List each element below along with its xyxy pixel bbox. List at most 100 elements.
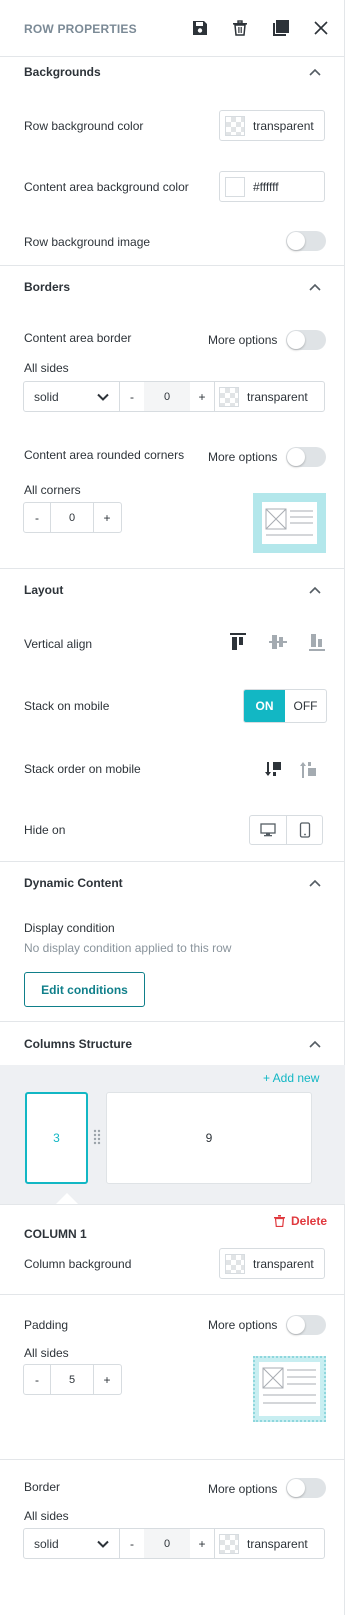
duplicate-icon[interactable] — [269, 16, 293, 40]
padding-more-toggle[interactable] — [286, 1315, 326, 1335]
border-color-picker[interactable]: transparent — [215, 382, 308, 411]
close-icon[interactable] — [309, 16, 333, 40]
column-border-width-value[interactable]: 0 — [144, 1529, 190, 1558]
padding-preview — [253, 1356, 326, 1422]
border-color-value: transparent — [247, 389, 308, 404]
divider — [0, 568, 345, 569]
column-1-box[interactable]: 3 — [25, 1092, 88, 1184]
chevron-up-icon[interactable] — [305, 873, 325, 893]
increment-button[interactable]: + — [94, 1365, 120, 1394]
border-style-select[interactable]: solid — [24, 382, 120, 411]
border-width-value[interactable]: 0 — [144, 382, 190, 411]
divider — [0, 861, 345, 862]
column-border-color-picker[interactable]: transparent — [215, 1529, 308, 1558]
column-resize-handle-icon[interactable] — [92, 1128, 102, 1146]
column-bg-color-value: transparent — [253, 1256, 314, 1271]
section-title-columns-structure: Columns Structure — [24, 1037, 133, 1051]
divider — [0, 265, 345, 266]
content-bg-color-value: #ffffff — [253, 179, 279, 194]
add-column-link[interactable]: + Add new — [263, 1071, 319, 1085]
all-sides-label: All sides — [24, 361, 69, 375]
stack-on-mobile-switch: ON OFF — [243, 689, 327, 723]
chevron-down-icon — [97, 393, 109, 401]
trash-icon[interactable] — [228, 16, 252, 40]
chevron-up-icon[interactable] — [305, 277, 325, 297]
align-middle-icon[interactable] — [268, 632, 288, 652]
row-bg-image-label: Row background image — [24, 235, 151, 249]
content-bg-color-picker[interactable]: #ffffff — [219, 171, 325, 202]
chevron-down-icon — [97, 1540, 109, 1548]
increment-button[interactable]: + — [190, 382, 214, 411]
column-border-label: Border — [24, 1480, 61, 1494]
chevron-up-icon[interactable] — [305, 580, 325, 600]
decrement-button[interactable]: - — [24, 1365, 50, 1394]
rounded-corners-label: Content area rounded corners — [24, 448, 185, 462]
content-border-more-toggle[interactable] — [286, 330, 326, 350]
padding-stepper: - 5 + — [23, 1364, 122, 1395]
align-top-icon[interactable] — [228, 632, 248, 652]
border-control: solid - 0 + transparent — [23, 381, 325, 412]
mobile-icon[interactable] — [286, 816, 322, 844]
corner-radius-value[interactable]: 0 — [50, 503, 94, 532]
stack-order-reverse-icon[interactable] — [299, 760, 319, 780]
stack-on-button[interactable]: ON — [244, 690, 285, 722]
column-bg-color-picker[interactable]: transparent — [219, 1248, 325, 1279]
no-condition-text: No display condition applied to this row — [24, 941, 232, 955]
column-border-width-stepper: - 0 + — [120, 1529, 215, 1558]
rounded-corners-more-toggle[interactable] — [286, 447, 326, 467]
border-width-stepper: - 0 + — [120, 382, 215, 411]
transparent-swatch — [225, 1253, 245, 1274]
divider — [0, 1204, 345, 1205]
desktop-icon[interactable] — [250, 816, 286, 844]
content-bg-color-label: Content area background color — [24, 180, 189, 194]
divider — [0, 1294, 345, 1295]
chevron-up-icon[interactable] — [305, 62, 325, 82]
column-border-more-toggle[interactable] — [286, 1478, 326, 1498]
column-border-color-value: transparent — [247, 1536, 308, 1551]
divider — [0, 1021, 345, 1022]
transparent-swatch — [219, 386, 239, 407]
increment-button[interactable]: + — [190, 1529, 214, 1558]
chevron-up-icon[interactable] — [305, 1034, 325, 1054]
divider — [0, 1459, 345, 1460]
stack-on-mobile-label: Stack on mobile — [24, 699, 110, 713]
section-title-layout: Layout — [24, 583, 64, 597]
border-style-value: solid — [34, 389, 59, 404]
row-bg-color-value: transparent — [253, 118, 314, 133]
stack-order-normal-icon[interactable] — [264, 760, 284, 780]
decrement-button[interactable]: - — [24, 503, 50, 532]
row-bg-image-toggle[interactable] — [286, 231, 326, 251]
display-condition-label: Display condition — [24, 921, 115, 935]
selected-column-pointer — [56, 1193, 78, 1204]
column-bg-label: Column background — [24, 1257, 132, 1271]
edit-conditions-button[interactable]: Edit conditions — [24, 972, 145, 1007]
align-bottom-icon[interactable] — [307, 632, 327, 652]
content-preview-icon — [265, 508, 313, 536]
padding-value[interactable]: 5 — [50, 1365, 94, 1394]
save-icon[interactable] — [188, 16, 212, 40]
more-options-label: More options — [208, 450, 278, 464]
section-title-backgrounds: Backgrounds — [24, 65, 101, 79]
padding-all-sides-label: All sides — [24, 1346, 69, 1360]
delete-column-button[interactable]: Delete — [274, 1214, 327, 1228]
column-2-box[interactable]: 9 — [106, 1092, 312, 1184]
vertical-align-label: Vertical align — [24, 637, 93, 651]
column-border-control: solid - 0 + transparent — [23, 1528, 325, 1559]
trash-icon — [274, 1215, 285, 1227]
more-options-label: More options — [208, 1318, 278, 1332]
panel-title: ROW PROPERTIES — [24, 22, 137, 36]
delete-label: Delete — [291, 1214, 328, 1228]
row-properties-panel: ROW PROPERTIES Backgrounds Row backgroun… — [0, 0, 345, 1615]
column-border-style-value: solid — [34, 1536, 59, 1551]
row-bg-color-picker[interactable]: transparent — [219, 110, 325, 141]
column-border-style-select[interactable]: solid — [24, 1529, 120, 1558]
transparent-swatch — [219, 1533, 239, 1554]
hide-on-device-group — [249, 815, 323, 845]
all-corners-label: All corners — [24, 483, 81, 497]
white-swatch — [225, 176, 245, 197]
increment-button[interactable]: + — [94, 503, 120, 532]
stack-off-button[interactable]: OFF — [285, 690, 326, 722]
row-bg-color-label: Row background color — [24, 119, 144, 133]
decrement-button[interactable]: - — [120, 1529, 144, 1558]
decrement-button[interactable]: - — [120, 382, 144, 411]
